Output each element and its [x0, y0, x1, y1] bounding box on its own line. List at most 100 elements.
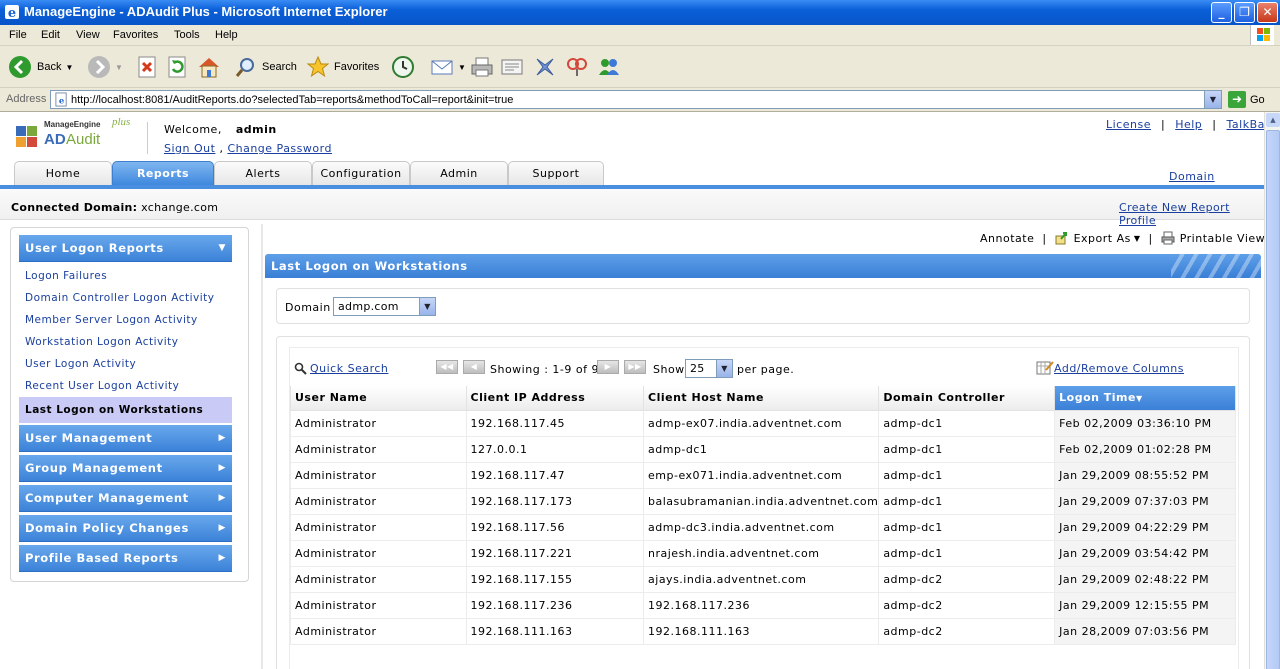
- help-link[interactable]: Help: [1175, 118, 1202, 131]
- close-button[interactable]: ✕: [1257, 2, 1278, 23]
- add-remove-columns[interactable]: Add/Remove Columns: [1036, 360, 1184, 376]
- tab-reports[interactable]: Reports: [112, 161, 214, 186]
- quick-search-link[interactable]: Quick Search: [310, 362, 388, 375]
- tab-alerts[interactable]: Alerts: [214, 161, 312, 186]
- scrollbar-thumb[interactable]: [1266, 130, 1280, 669]
- quick-search[interactable]: Quick Search: [294, 362, 388, 375]
- create-report-profile-link[interactable]: Create New Report Profile: [1119, 201, 1264, 227]
- address-input[interactable]: e http://localhost:8081/AuditReports.do?…: [50, 90, 1222, 109]
- table-header-row: User Name Client IP Address Client Host …: [290, 386, 1236, 411]
- first-page-icon[interactable]: ◀◀: [436, 360, 458, 374]
- export-as-button[interactable]: Export As: [1074, 232, 1131, 245]
- sidebar-section-computer-management[interactable]: Computer Management ▶: [19, 485, 232, 512]
- chevron-right-icon: ▶: [218, 523, 226, 533]
- back-dropdown-icon[interactable]: ▼: [65, 63, 73, 72]
- menu-file[interactable]: File: [9, 29, 27, 41]
- sidebar-section-user-logon-reports[interactable]: User Logon Reports ▼: [19, 235, 232, 262]
- printable-view-link[interactable]: Printable View: [1180, 232, 1264, 245]
- go-button[interactable]: ➜ Go: [1228, 91, 1265, 108]
- per-page-label: per page.: [737, 363, 795, 376]
- sidebar-item-recent-user-logon[interactable]: Recent User Logon Activity: [19, 375, 232, 397]
- tab-home[interactable]: Home: [14, 161, 112, 186]
- stop-button[interactable]: [136, 54, 160, 80]
- discuss-icon: [536, 58, 554, 76]
- table-row[interactable]: Administrator 192.168.117.155 ajays.india.…: [290, 565, 1236, 593]
- menu-bar: File Edit View Favorites Tools Help: [0, 25, 1280, 46]
- sidebar-section-domain-policy-changes[interactable]: Domain Policy Changes ▶: [19, 515, 232, 542]
- menu-favorites[interactable]: Favorites: [113, 29, 158, 41]
- sidebar-section-group-management[interactable]: Group Management ▶: [19, 455, 232, 482]
- domain-select[interactable]: admp.com ▼: [333, 297, 436, 316]
- forward-button[interactable]: ▼: [87, 54, 123, 80]
- sidebar-item-logon-failures[interactable]: Logon Failures: [19, 265, 232, 287]
- change-password-link[interactable]: Change Password: [227, 142, 332, 155]
- forward-dropdown-icon[interactable]: ▼: [115, 63, 123, 72]
- table-row[interactable]: Administrator 192.168.111.163 192.168.111.…: [290, 617, 1236, 645]
- cell-client-host: admp-dc3.india.adventnet.com: [643, 513, 880, 541]
- last-page-icon[interactable]: ▶▶: [624, 360, 646, 374]
- cell-client-host: admp-dc1: [643, 435, 880, 463]
- page-scrollbar[interactable]: ▲: [1264, 112, 1280, 669]
- cell-client-ip: 192.168.117.173: [465, 487, 645, 515]
- column-header-domain-controller[interactable]: Domain Controller: [878, 386, 1056, 411]
- discuss-button[interactable]: [533, 54, 557, 80]
- sidebar-divider: [261, 224, 263, 669]
- license-link[interactable]: License: [1106, 118, 1151, 131]
- prev-page-icon[interactable]: ◀: [463, 360, 485, 374]
- add-remove-columns-link[interactable]: Add/Remove Columns: [1054, 362, 1184, 375]
- export-dropdown-icon[interactable]: ▼: [1134, 234, 1141, 243]
- sidebar-section-user-management[interactable]: User Management ▶: [19, 425, 232, 452]
- history-button[interactable]: [391, 54, 415, 80]
- talkback-link[interactable]: TalkBack: [1227, 118, 1265, 131]
- table-row[interactable]: Administrator 192.168.117.47 emp-ex071.ind…: [290, 461, 1236, 489]
- table-row[interactable]: Administrator 192.168.117.236 192.168.117.…: [290, 591, 1236, 619]
- table-row[interactable]: Administrator 192.168.117.221 nrajesh.indi…: [290, 539, 1236, 567]
- table-row[interactable]: Administrator 192.168.117.173 balasubraman…: [290, 487, 1236, 515]
- sidebar-item-workstation-logon[interactable]: Workstation Logon Activity: [19, 331, 232, 353]
- column-header-client-ip[interactable]: Client IP Address: [465, 386, 645, 411]
- address-dropdown-icon[interactable]: ▼: [1204, 91, 1221, 108]
- minimize-button[interactable]: _: [1211, 2, 1232, 23]
- sidebar-item-user-logon-activity[interactable]: User Logon Activity: [19, 353, 232, 375]
- table-row[interactable]: Administrator 192.168.117.56 admp-dc3.indi…: [290, 513, 1236, 541]
- menu-view[interactable]: View: [76, 29, 100, 41]
- history-icon: [392, 56, 414, 78]
- chevron-down-icon: ▼: [716, 360, 732, 377]
- table-row[interactable]: Administrator 192.168.117.45 admp-ex07.ind…: [290, 409, 1236, 437]
- next-page-icon[interactable]: ▶: [597, 360, 619, 374]
- column-header-user-name[interactable]: User Name: [290, 386, 467, 411]
- scroll-up-icon[interactable]: ▲: [1266, 113, 1280, 127]
- favorites-button[interactable]: Favorites: [306, 54, 379, 80]
- edit-button[interactable]: [500, 54, 524, 80]
- sign-out-link[interactable]: Sign Out: [164, 142, 215, 155]
- maximize-button[interactable]: ❐: [1234, 2, 1255, 23]
- search-button[interactable]: Search: [234, 54, 297, 80]
- refresh-button[interactable]: [166, 54, 190, 80]
- home-icon: [199, 58, 219, 78]
- sidebar-item-dc-logon-activity[interactable]: Domain Controller Logon Activity: [19, 287, 232, 309]
- back-button[interactable]: Back ▼: [8, 54, 73, 80]
- per-page-select[interactable]: 25 ▼: [685, 359, 733, 378]
- sidebar-section-profile-based-reports[interactable]: Profile Based Reports ▶: [19, 545, 232, 572]
- menu-tools[interactable]: Tools: [174, 29, 200, 41]
- home-button[interactable]: [197, 54, 221, 80]
- cell-client-ip: 192.168.117.47: [465, 461, 645, 489]
- annotate-link[interactable]: Annotate: [980, 232, 1034, 245]
- research-button[interactable]: [565, 54, 589, 80]
- sidebar-item-member-server-logon[interactable]: Member Server Logon Activity: [19, 309, 232, 331]
- column-header-client-host[interactable]: Client Host Name: [643, 386, 880, 411]
- sidebar-item-last-logon-workstations[interactable]: Last Logon on Workstations: [19, 397, 232, 423]
- mail-dropdown-icon[interactable]: ▼: [458, 63, 466, 72]
- tab-configuration[interactable]: Configuration: [312, 161, 410, 186]
- printer-icon: [471, 57, 493, 77]
- print-button[interactable]: [470, 54, 494, 80]
- table-row[interactable]: Administrator 127.0.0.1 admp-dc1 admp-dc1 Fe…: [290, 435, 1236, 463]
- forward-arrow-icon: [88, 56, 110, 78]
- menu-help[interactable]: Help: [215, 29, 238, 41]
- tab-admin[interactable]: Admin: [410, 161, 508, 186]
- mail-button[interactable]: ▼: [430, 54, 466, 80]
- messenger-button[interactable]: [597, 54, 621, 80]
- column-header-logon-time[interactable]: Logon Time▼: [1054, 386, 1236, 411]
- menu-edit[interactable]: Edit: [41, 29, 60, 41]
- tab-support[interactable]: Support: [508, 161, 604, 186]
